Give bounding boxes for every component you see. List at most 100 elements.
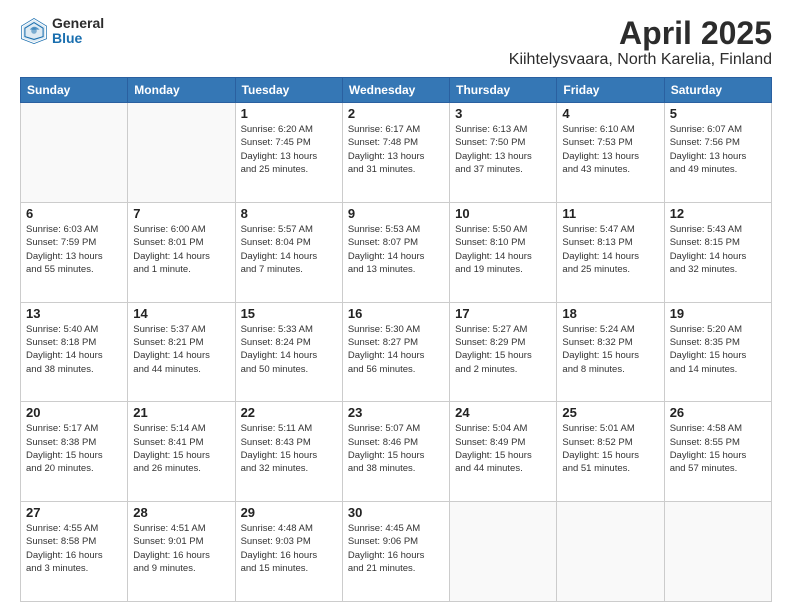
day-info: Sunrise: 4:45 AM Sunset: 9:06 PM Dayligh… [348,522,444,575]
calendar-day-cell [21,103,128,203]
day-info: Sunrise: 5:50 AM Sunset: 8:10 PM Dayligh… [455,223,551,276]
calendar-day-cell: 25 Sunrise: 5:01 AM Sunset: 8:52 PM Dayli… [557,402,664,502]
day-info: Sunrise: 6:03 AM Sunset: 7:59 PM Dayligh… [26,223,122,276]
calendar-day-cell: 26 Sunrise: 4:58 AM Sunset: 8:55 PM Dayli… [664,402,771,502]
day-info: Sunrise: 5:24 AM Sunset: 8:32 PM Dayligh… [562,323,658,376]
day-info: Sunrise: 5:11 AM Sunset: 8:43 PM Dayligh… [241,422,337,475]
day-info: Sunrise: 5:20 AM Sunset: 8:35 PM Dayligh… [670,323,766,376]
page: General Blue April 2025 Kiihtelysvaara, … [0,0,792,612]
calendar-day-cell: 28 Sunrise: 4:51 AM Sunset: 9:01 PM Dayli… [128,502,235,602]
calendar-day-cell: 8 Sunrise: 5:57 AM Sunset: 8:04 PM Daylig… [235,202,342,302]
day-info: Sunrise: 5:53 AM Sunset: 8:07 PM Dayligh… [348,223,444,276]
day-info: Sunrise: 6:20 AM Sunset: 7:45 PM Dayligh… [241,123,337,176]
weekday-row: SundayMondayTuesdayWednesdayThursdayFrid… [21,78,772,103]
day-info: Sunrise: 6:00 AM Sunset: 8:01 PM Dayligh… [133,223,229,276]
calendar-week-row: 20Sunrise: 5:17 AM Sunset: 8:38 PM Dayli… [21,402,772,502]
day-number: 11 [562,206,658,221]
calendar-day-cell: 21Sunrise: 5:14 AM Sunset: 8:41 PM Dayli… [128,402,235,502]
calendar-day-cell: 3 Sunrise: 6:13 AM Sunset: 7:50 PM Daylig… [450,103,557,203]
calendar-day-cell [128,103,235,203]
day-number: 25 [562,405,658,420]
calendar-week-row: 27 Sunrise: 4:55 AM Sunset: 8:58 PM Dayli… [21,502,772,602]
day-number: 1 [241,106,337,121]
calendar-week-row: 13 Sunrise: 5:40 AM Sunset: 8:18 PM Dayli… [21,302,772,402]
weekday-header: Sunday [21,78,128,103]
day-info: Sunrise: 5:27 AM Sunset: 8:29 PM Dayligh… [455,323,551,376]
calendar-day-cell: 20Sunrise: 5:17 AM Sunset: 8:38 PM Dayli… [21,402,128,502]
logo-text: General Blue [52,16,104,47]
calendar-day-cell: 19 Sunrise: 5:20 AM Sunset: 8:35 PM Dayli… [664,302,771,402]
day-number: 14 [133,306,229,321]
day-info: Sunrise: 5:40 AM Sunset: 8:18 PM Dayligh… [26,323,122,376]
day-info: Sunrise: 5:07 AM Sunset: 8:46 PM Dayligh… [348,422,444,475]
calendar-subtitle: Kiihtelysvaara, North Karelia, Finland [509,51,772,69]
day-info: Sunrise: 4:55 AM Sunset: 8:58 PM Dayligh… [26,522,122,575]
calendar-day-cell: 11 Sunrise: 5:47 AM Sunset: 8:13 PM Dayli… [557,202,664,302]
calendar-day-cell: 5 Sunrise: 6:07 AM Sunset: 7:56 PM Daylig… [664,103,771,203]
calendar-header: SundayMondayTuesdayWednesdayThursdayFrid… [21,78,772,103]
calendar-day-cell: 15Sunrise: 5:33 AM Sunset: 8:24 PM Dayli… [235,302,342,402]
calendar-day-cell: 17 Sunrise: 5:27 AM Sunset: 8:29 PM Dayli… [450,302,557,402]
weekday-header: Friday [557,78,664,103]
calendar-day-cell: 12 Sunrise: 5:43 AM Sunset: 8:15 PM Dayli… [664,202,771,302]
day-info: Sunrise: 5:37 AM Sunset: 8:21 PM Dayligh… [133,323,229,376]
day-info: Sunrise: 5:04 AM Sunset: 8:49 PM Dayligh… [455,422,551,475]
logo-blue-text: Blue [52,31,104,46]
calendar-day-cell: 18 Sunrise: 5:24 AM Sunset: 8:32 PM Dayli… [557,302,664,402]
day-number: 2 [348,106,444,121]
day-number: 19 [670,306,766,321]
calendar-day-cell: 30 Sunrise: 4:45 AM Sunset: 9:06 PM Dayli… [342,502,449,602]
weekday-header: Saturday [664,78,771,103]
day-number: 29 [241,505,337,520]
day-info: Sunrise: 5:14 AM Sunset: 8:41 PM Dayligh… [133,422,229,475]
weekday-header: Monday [128,78,235,103]
day-number: 26 [670,405,766,420]
calendar-day-cell: 9 Sunrise: 5:53 AM Sunset: 8:07 PM Daylig… [342,202,449,302]
calendar-day-cell: 2 Sunrise: 6:17 AM Sunset: 7:48 PM Daylig… [342,103,449,203]
calendar-title: April 2025 [509,16,772,51]
day-info: Sunrise: 6:13 AM Sunset: 7:50 PM Dayligh… [455,123,551,176]
day-number: 22 [241,405,337,420]
day-number: 13 [26,306,122,321]
calendar-body: 1 Sunrise: 6:20 AM Sunset: 7:45 PM Daylig… [21,103,772,602]
weekday-header: Tuesday [235,78,342,103]
day-number: 30 [348,505,444,520]
day-info: Sunrise: 5:43 AM Sunset: 8:15 PM Dayligh… [670,223,766,276]
day-number: 9 [348,206,444,221]
calendar-day-cell: 23Sunrise: 5:07 AM Sunset: 8:46 PM Dayli… [342,402,449,502]
day-info: Sunrise: 4:51 AM Sunset: 9:01 PM Dayligh… [133,522,229,575]
day-info: Sunrise: 6:07 AM Sunset: 7:56 PM Dayligh… [670,123,766,176]
day-info: Sunrise: 6:10 AM Sunset: 7:53 PM Dayligh… [562,123,658,176]
title-block: April 2025 Kiihtelysvaara, North Karelia… [509,16,772,69]
calendar-day-cell: 10Sunrise: 5:50 AM Sunset: 8:10 PM Dayli… [450,202,557,302]
calendar-week-row: 1 Sunrise: 6:20 AM Sunset: 7:45 PM Daylig… [21,103,772,203]
weekday-header: Wednesday [342,78,449,103]
day-number: 6 [26,206,122,221]
calendar-table: SundayMondayTuesdayWednesdayThursdayFrid… [20,77,772,602]
day-info: Sunrise: 5:47 AM Sunset: 8:13 PM Dayligh… [562,223,658,276]
day-info: Sunrise: 4:48 AM Sunset: 9:03 PM Dayligh… [241,522,337,575]
calendar-day-cell: 16Sunrise: 5:30 AM Sunset: 8:27 PM Dayli… [342,302,449,402]
calendar-day-cell: 14 Sunrise: 5:37 AM Sunset: 8:21 PM Dayli… [128,302,235,402]
logo: General Blue [20,16,104,47]
day-number: 8 [241,206,337,221]
day-number: 5 [670,106,766,121]
day-info: Sunrise: 5:01 AM Sunset: 8:52 PM Dayligh… [562,422,658,475]
calendar-day-cell [557,502,664,602]
day-number: 18 [562,306,658,321]
day-number: 7 [133,206,229,221]
day-number: 17 [455,306,551,321]
day-info: Sunrise: 5:57 AM Sunset: 8:04 PM Dayligh… [241,223,337,276]
day-number: 28 [133,505,229,520]
day-number: 20 [26,405,122,420]
calendar-day-cell: 7 Sunrise: 6:00 AM Sunset: 8:01 PM Daylig… [128,202,235,302]
day-info: Sunrise: 4:58 AM Sunset: 8:55 PM Dayligh… [670,422,766,475]
calendar-week-row: 6 Sunrise: 6:03 AM Sunset: 7:59 PM Daylig… [21,202,772,302]
day-number: 3 [455,106,551,121]
calendar-day-cell: 27 Sunrise: 4:55 AM Sunset: 8:58 PM Dayli… [21,502,128,602]
day-info: Sunrise: 6:17 AM Sunset: 7:48 PM Dayligh… [348,123,444,176]
day-number: 12 [670,206,766,221]
day-number: 27 [26,505,122,520]
calendar-day-cell: 6 Sunrise: 6:03 AM Sunset: 7:59 PM Daylig… [21,202,128,302]
logo-general-text: General [52,16,104,31]
